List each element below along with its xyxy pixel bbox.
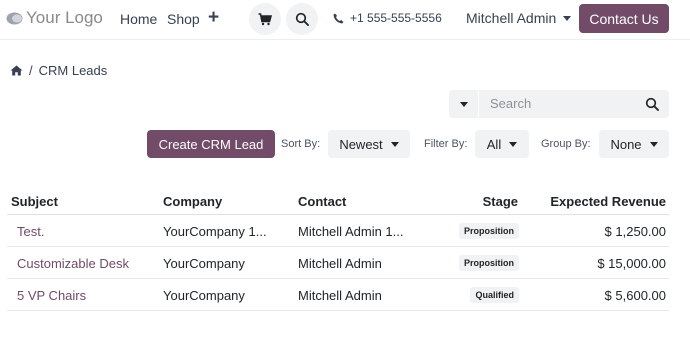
lead-company: YourCompany 1... [163, 224, 267, 239]
logo-text: Your Logo [26, 8, 103, 27]
column-header-contact[interactable]: Contact [298, 194, 346, 209]
lead-subject-link[interactable]: Test. [17, 224, 44, 239]
lead-expected-revenue: $ 15,000.00 [597, 256, 666, 271]
lead-expected-revenue: $ 1,250.00 [604, 224, 666, 239]
sort-value: Newest [339, 136, 383, 152]
logo-icon [6, 12, 23, 24]
lead-company: YourCompany [163, 288, 245, 303]
phone-icon [333, 13, 344, 23]
user-menu[interactable]: Mitchell Admin [466, 10, 572, 26]
nav-link-shop[interactable]: Shop [167, 11, 200, 27]
caret-down-icon [509, 141, 518, 147]
table-header-row: Subject Company Contact Stage Expected R… [7, 186, 669, 215]
user-name: Mitchell Admin [466, 10, 557, 26]
phone-link[interactable]: +1 555-555-5556 [333, 11, 442, 25]
stage-badge: Proposition [459, 223, 519, 239]
lead-subject-link[interactable]: 5 VP Chairs [17, 288, 86, 303]
nav-add-button[interactable]: + [208, 7, 219, 29]
top-navbar: Your Logo Home Shop + +1 555-555-5556 Mi… [0, 0, 690, 40]
phone-number: +1 555-555-5556 [350, 11, 442, 25]
search-submit-button[interactable] [643, 95, 661, 113]
crm-leads-table: Subject Company Contact Stage Expected R… [7, 186, 669, 311]
create-crm-lead-button[interactable]: Create CRM Lead [147, 130, 275, 158]
logo[interactable]: Your Logo [6, 8, 103, 28]
home-icon[interactable] [10, 65, 23, 76]
search-bar: Search [449, 90, 669, 118]
column-header-subject[interactable]: Subject [11, 194, 58, 209]
breadcrumb-current: CRM Leads [38, 63, 108, 78]
filter-value: All [486, 136, 502, 152]
table-row[interactable]: 5 VP Chairs YourCompany Mitchell Admin Q… [7, 279, 669, 311]
caret-down-icon [459, 101, 468, 107]
group-value: None [610, 136, 642, 152]
lead-company: YourCompany [163, 256, 245, 271]
nav-link-home[interactable]: Home [120, 11, 157, 27]
sort-label: Sort By: [281, 138, 321, 150]
column-header-stage[interactable]: Stage [483, 194, 518, 209]
search-icon [645, 97, 659, 111]
search-icon [295, 12, 309, 26]
table-row[interactable]: Customizable Desk YourCompany Mitchell A… [7, 247, 669, 279]
lead-contact: Mitchell Admin 1... [298, 224, 404, 239]
lead-subject-link[interactable]: Customizable Desk [17, 256, 129, 271]
breadcrumb: / CRM Leads [10, 63, 107, 78]
column-header-expected-revenue[interactable]: Expected Revenue [550, 194, 666, 209]
filter-dropdown[interactable]: All [475, 130, 529, 158]
lead-contact: Mitchell Admin [298, 288, 382, 303]
breadcrumb-separator: / [29, 63, 33, 78]
lead-expected-revenue: $ 5,600.00 [604, 288, 666, 303]
column-header-company[interactable]: Company [163, 194, 222, 209]
cart-icon [258, 12, 272, 25]
chevron-down-icon [563, 15, 572, 21]
group-dropdown[interactable]: None [599, 130, 669, 158]
sort-dropdown[interactable]: Newest [328, 130, 410, 158]
caret-down-icon [649, 141, 658, 147]
search-input[interactable]: Search [490, 96, 531, 111]
table-row[interactable]: Test. YourCompany 1... Mitchell Admin 1.… [7, 215, 669, 247]
filter-label: Filter By: [424, 138, 468, 150]
caret-down-icon [390, 141, 399, 147]
search-filter-toggle[interactable] [449, 90, 479, 118]
lead-contact: Mitchell Admin [298, 256, 382, 271]
group-label: Group By: [541, 138, 591, 150]
stage-badge: Proposition [459, 255, 519, 271]
stage-badge: Qualified [470, 287, 519, 303]
search-toggle-button[interactable] [286, 3, 318, 35]
cart-button[interactable] [249, 3, 281, 35]
contact-us-button[interactable]: Contact Us [579, 4, 669, 33]
